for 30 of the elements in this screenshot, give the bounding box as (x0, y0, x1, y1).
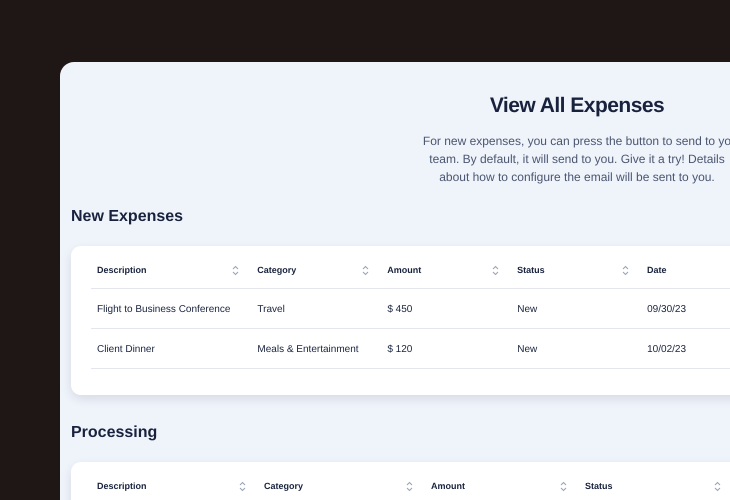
sort-icon[interactable] (406, 480, 413, 492)
table-cell: 09/30/23 (647, 304, 686, 315)
table-cell: Flight to Business Conference (97, 304, 230, 315)
section-heading: New Expenses (71, 206, 184, 226)
sort-icon[interactable] (362, 264, 370, 276)
sort-icon[interactable] (492, 264, 500, 276)
sort-icon[interactable] (560, 480, 567, 492)
table-cell: Travel (257, 304, 285, 315)
sort-icon[interactable] (232, 264, 240, 276)
table-cell: $ 450 (387, 304, 412, 315)
page-title: View All Expenses (490, 93, 664, 119)
table-cell: Meals & Entertainment (257, 344, 359, 355)
column-header[interactable]: Category (264, 480, 304, 493)
column-header[interactable]: Category (257, 264, 296, 277)
sort-icon[interactable] (239, 480, 246, 492)
column-header[interactable]: Date (647, 264, 667, 277)
column-header[interactable]: Amount (387, 264, 422, 277)
sort-icon[interactable] (622, 264, 630, 276)
table-cell: Client Dinner (97, 344, 155, 355)
column-header[interactable]: Amount (431, 480, 465, 493)
column-header[interactable]: Description (97, 480, 147, 493)
table-cell: $ 120 (387, 344, 412, 355)
table-cell: New (517, 304, 538, 315)
sort-icon[interactable] (714, 480, 721, 492)
table-cell: 10/02/23 (647, 344, 686, 355)
table-cell: New (517, 344, 538, 355)
section-heading: Processing (71, 422, 158, 442)
column-header[interactable]: Status (517, 264, 545, 277)
column-header[interactable]: Status (585, 480, 613, 493)
column-header[interactable]: Description (97, 264, 147, 277)
